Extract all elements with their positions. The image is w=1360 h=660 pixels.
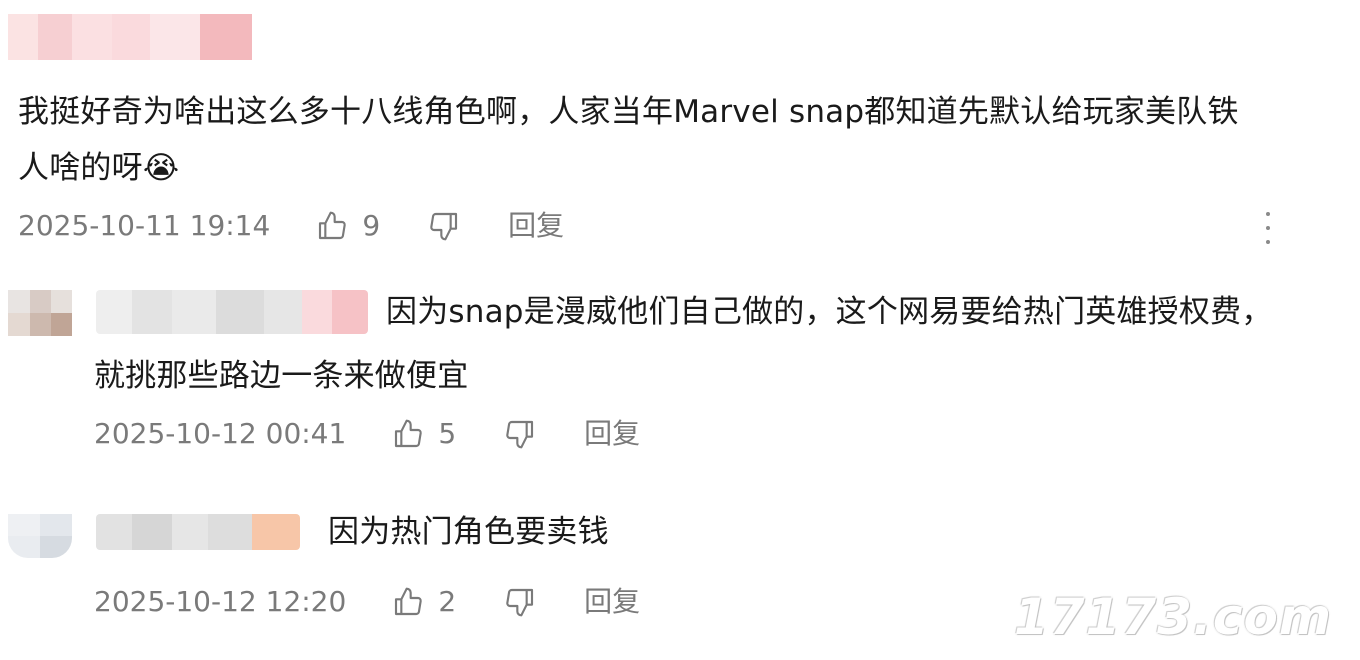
like-count: 2 (438, 585, 457, 618)
blurred-username (8, 14, 252, 60)
crying-emoji: 😭 (142, 150, 180, 186)
like-count: 5 (438, 417, 457, 450)
timestamp: 2025-10-11 19:14 (18, 209, 271, 242)
thumbs-down-icon (504, 586, 536, 618)
like-button[interactable]: 2 (392, 582, 456, 622)
dislike-button[interactable] (428, 210, 460, 242)
more-vertical-icon[interactable] (1258, 212, 1278, 244)
blurred-username (96, 290, 368, 334)
dislike-button[interactable] (504, 418, 536, 450)
reply-meta: 2025-10-12 12:20 2 回复 (94, 582, 640, 622)
thumbs-up-icon (392, 586, 424, 618)
blurred-username (96, 514, 300, 550)
reply-line: 因为snap是漫威他们自己做的，这个网易要给热门英雄授权费， (386, 294, 1273, 330)
like-button[interactable]: 5 (392, 414, 456, 454)
reply-text-cont: 就挑那些路边一条来做便宜 (94, 348, 1294, 404)
reply-line: 因为热门角色要卖钱 (328, 514, 609, 550)
reply-button[interactable]: 回复 (584, 582, 640, 622)
thumbs-down-icon (428, 210, 460, 242)
thumbs-up-icon (392, 418, 424, 450)
comment-text: 我挺好奇为啥出这么多十八线角色啊，人家当年Marvel snap都知道先默认给玩… (18, 84, 1338, 196)
comment-line: 我挺好奇为啥出这么多十八线角色啊，人家当年Marvel snap都知道先默认给玩… (18, 94, 1239, 130)
timestamp: 2025-10-12 12:20 (94, 585, 347, 618)
avatar (8, 514, 72, 558)
timestamp: 2025-10-12 00:41 (94, 417, 347, 450)
reply-button[interactable]: 回复 (584, 414, 640, 454)
comment-line: 人啥的呀😭 (18, 140, 1338, 196)
like-count: 9 (362, 209, 381, 242)
watermark-logo: 17173.com (1013, 588, 1332, 646)
comment-meta: 2025-10-11 19:14 9 回复 (18, 206, 564, 246)
reply-button[interactable]: 回复 (508, 206, 564, 246)
thumbs-down-icon (504, 418, 536, 450)
thumbs-up-icon (316, 210, 348, 242)
reply-text: 因为snap是漫威他们自己做的，这个网易要给热门英雄授权费， (386, 284, 1346, 340)
like-button[interactable]: 9 (316, 206, 380, 246)
comment-line-text: 人啥的呀 (18, 150, 143, 186)
reply-text: 因为热门角色要卖钱 (328, 504, 1028, 560)
reply-line: 就挑那些路边一条来做便宜 (94, 358, 469, 394)
reply-meta: 2025-10-12 00:41 5 回复 (94, 414, 640, 454)
avatar (8, 290, 72, 336)
dislike-button[interactable] (504, 586, 536, 618)
